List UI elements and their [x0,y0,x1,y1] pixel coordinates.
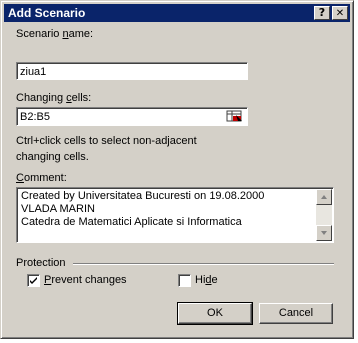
cancel-button[interactable]: Cancel [259,303,333,324]
comment-line: Created by Universitatea Bucuresti on 19… [21,190,265,202]
hide-checkbox[interactable] [178,274,191,287]
collapse-dialog-button[interactable] [226,110,244,123]
comment-accesskey: C [16,172,24,184]
hint-line-2: changing cells. [16,151,89,163]
protection-group-title: Protection [16,257,66,269]
scenario-name-input[interactable]: ziua1 [16,62,248,80]
arrow-up-icon [321,195,327,199]
changing-cells-value: B2:B5 [20,111,50,123]
comment-scrollbar[interactable] [316,189,332,241]
comment-line: Catedra de Matematici Aplicate si Inform… [21,216,242,228]
scroll-down-button[interactable] [316,225,332,241]
scroll-up-button[interactable] [316,189,332,205]
checkmark-icon [30,277,37,284]
comment-label: Comment: [16,172,67,184]
comment-line: VLADA MARIN [21,203,95,215]
comment-textarea[interactable]: Created by Universitatea Bucuresti on 19… [16,187,334,243]
comment-label-part: omment: [23,172,67,184]
changing-cells-label: Changing cells: [16,92,91,104]
protection-divider [73,263,334,265]
changing-cells-label-part: Changing [16,92,67,104]
prevent-changes-checkbox[interactable] [27,274,40,287]
dialog-title: Add Scenario [8,6,86,20]
changing-cells-label-part: ells: [71,92,92,104]
help-icon: ? [318,6,326,19]
add-scenario-dialog: Add Scenario ? ✕ Scenario name: ziua1 Ch… [0,0,354,339]
hide-label-part: Hi [195,274,206,286]
prevent-changes-label[interactable]: Prevent changes [44,274,127,286]
hide-label-part: e [211,274,218,286]
hide-label[interactable]: Hide [195,274,218,286]
scenario-name-label-part: Scenario [16,28,63,40]
close-button[interactable]: ✕ [332,6,348,20]
arrow-down-icon [321,231,327,235]
scenario-name-value: ziua1 [20,66,47,78]
range-select-icon [226,110,242,122]
ok-button[interactable]: OK [177,302,253,325]
close-icon: ✕ [335,8,345,19]
scenario-name-label: Scenario name: [16,28,93,40]
title-bar[interactable]: Add Scenario ? ✕ [4,4,350,22]
changing-cells-input[interactable]: B2:B5 [16,107,248,126]
hint-line-1: Ctrl+click cells to select non-adjacent [16,135,197,147]
prevent-changes-label-part: revent changes [51,274,127,286]
help-button[interactable]: ? [314,6,330,20]
scenario-name-label-part: ame: [68,28,94,40]
